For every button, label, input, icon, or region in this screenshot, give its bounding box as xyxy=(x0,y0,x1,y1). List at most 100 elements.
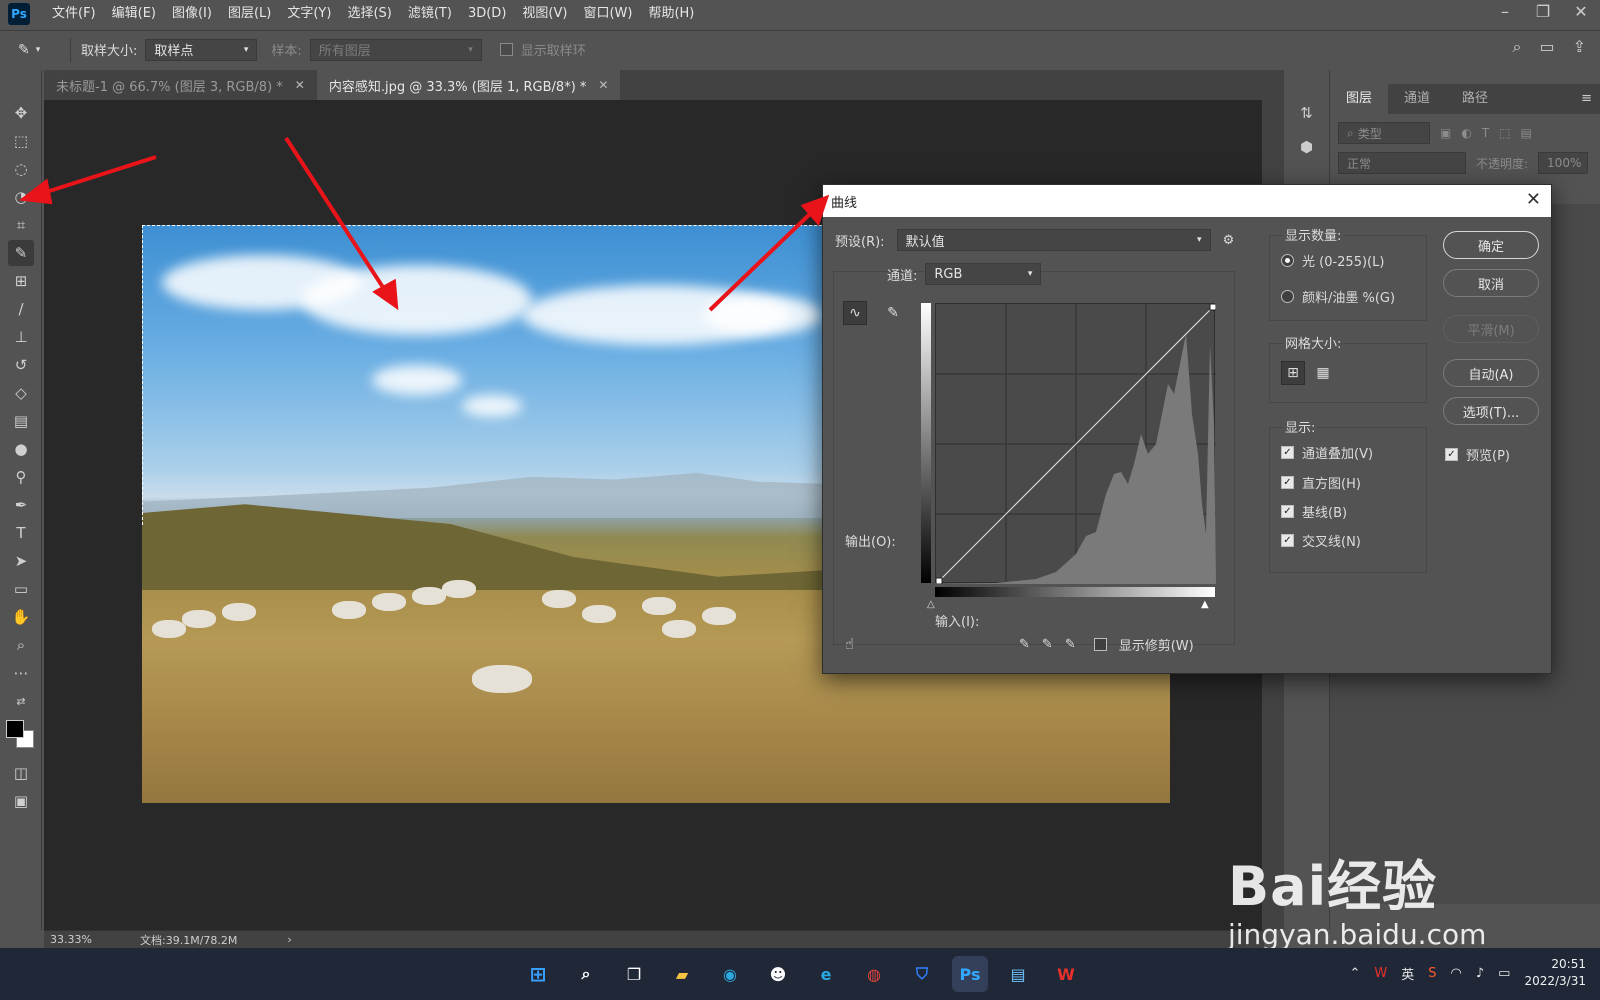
clock[interactable]: 20:51 2022/3/31 xyxy=(1524,956,1586,990)
pencil-icon[interactable]: ✎ xyxy=(881,301,905,325)
chrome-icon[interactable]: ◍ xyxy=(856,956,892,992)
ime-indicator[interactable]: 英 xyxy=(1401,964,1414,983)
gradient-tool-icon[interactable]: ▤ xyxy=(8,408,34,434)
volume-icon[interactable]: ♪ xyxy=(1476,966,1484,981)
panel-menu-icon[interactable]: ≡ xyxy=(1573,84,1600,114)
black-point-handle[interactable] xyxy=(935,577,943,585)
foreground-color-swatch[interactable] xyxy=(6,720,24,738)
zoom-level[interactable]: 33.33% xyxy=(44,933,100,946)
marquee-tool-icon[interactable]: ⬚ xyxy=(8,128,34,154)
quick-selection-tool-icon[interactable]: ◔ xyxy=(8,184,34,210)
check-icon[interactable]: ✓ xyxy=(1281,505,1294,518)
shape-filter-icon[interactable]: ⬚ xyxy=(1499,126,1510,140)
type-filter-icon[interactable]: T xyxy=(1482,126,1489,140)
pigment-option[interactable]: 颜料/油墨 %(G) xyxy=(1281,287,1395,306)
tab-untitled-1[interactable]: 未标题-1 @ 66.7% (图层 3, RGB/8) * ✕ xyxy=(44,70,317,100)
history-panel-icon[interactable]: ⇅ xyxy=(1294,100,1320,126)
menu-image[interactable]: 图像(I) xyxy=(164,0,220,28)
menu-filter[interactable]: 滤镜(T) xyxy=(400,0,460,28)
share-icon[interactable]: ⇪ xyxy=(1573,37,1586,57)
smooth-button[interactable]: 平滑(M) xyxy=(1443,315,1539,343)
dialog-title-bar[interactable]: 曲线 ✕ xyxy=(823,185,1551,217)
tab-content-aware[interactable]: 内容感知.jpg @ 33.3% (图层 1, RGB/8*) * ✕ xyxy=(316,70,621,100)
preview-option[interactable]: ✓ 预览(P) xyxy=(1445,445,1510,464)
color-swatches[interactable] xyxy=(6,720,40,754)
close-icon[interactable]: ✕ xyxy=(1562,0,1600,28)
light-option[interactable]: 光 (0-255)(L) xyxy=(1281,251,1384,270)
show-ring-checkbox[interactable] xyxy=(499,43,513,56)
workspace-icon[interactable]: ▭ xyxy=(1539,37,1554,57)
white-point-handle[interactable] xyxy=(1209,303,1217,311)
menu-edit[interactable]: 编辑(E) xyxy=(104,0,164,28)
targeted-adjustment-icon[interactable]: ☝ xyxy=(845,635,854,653)
smart-object-filter-icon[interactable]: ▤ xyxy=(1521,126,1532,140)
show-clipping-checkbox[interactable] xyxy=(1093,638,1107,651)
healing-brush-tool-icon[interactable]: ⊞ xyxy=(8,268,34,294)
simple-grid-icon[interactable]: ⊞ xyxy=(1281,361,1305,385)
menu-type[interactable]: 文字(Y) xyxy=(279,0,339,28)
cancel-button[interactable]: 取消 xyxy=(1443,269,1539,297)
show-option[interactable]: ✓ 直方图(H) xyxy=(1281,473,1361,492)
auto-button[interactable]: 自动(A) xyxy=(1443,359,1539,387)
sample-size-select[interactable]: 取样点 ▾ xyxy=(145,38,258,61)
image-filter-icon[interactable]: ▣ xyxy=(1440,126,1451,140)
chevron-up-icon[interactable]: ⌃ xyxy=(1349,966,1360,981)
dodge-tool-icon[interactable]: ⚲ xyxy=(8,464,34,490)
search-icon[interactable]: ⌕ xyxy=(568,956,604,992)
show-option[interactable]: ✓ 通道叠加(V) xyxy=(1281,443,1373,462)
menu-file[interactable]: 文件(F) xyxy=(44,0,104,28)
menu-select[interactable]: 选择(S) xyxy=(339,0,399,28)
swap-colors-icon[interactable]: ⇄ xyxy=(8,688,34,714)
chevron-right-icon[interactable]: › xyxy=(287,933,291,946)
search-icon[interactable]: ⌕ xyxy=(1513,37,1522,57)
quick-mask-icon[interactable]: ◫ xyxy=(8,760,34,786)
options-button[interactable]: 选项(T)... xyxy=(1443,397,1539,425)
move-tool-icon[interactable]: ✥ xyxy=(8,100,34,126)
wps-tray-icon[interactable]: W xyxy=(1374,966,1387,981)
check-icon[interactable]: ✓ xyxy=(1281,476,1294,489)
adjustment-filter-icon[interactable]: ◐ xyxy=(1461,126,1471,140)
preset-select[interactable]: 默认值 ▾ xyxy=(896,229,1211,251)
zoom-tool-icon[interactable]: ⌕ xyxy=(8,632,34,658)
history-brush-tool-icon[interactable]: ↺ xyxy=(8,352,34,378)
eraser-tool-icon[interactable]: ◇ xyxy=(8,380,34,406)
screen-mode-icon[interactable]: ▣ xyxy=(8,788,34,814)
crop-tool-icon[interactable]: ⌗ xyxy=(8,212,34,238)
brush-tool-icon[interactable]: ∕ xyxy=(8,296,34,322)
wps-icon[interactable]: W xyxy=(1048,956,1084,992)
sample-select[interactable]: 所有图层 ▾ xyxy=(309,38,482,61)
restore-icon[interactable]: ❐ xyxy=(1524,0,1562,28)
qq-icon[interactable]: ☻ xyxy=(760,956,796,992)
hand-tool-icon[interactable]: ✋ xyxy=(8,604,34,630)
edge-icon[interactable]: e xyxy=(808,956,844,992)
close-icon[interactable]: ✕ xyxy=(598,78,608,92)
more-tools-icon[interactable]: ⋯ xyxy=(8,660,34,686)
gear-icon[interactable]: ⚙ xyxy=(1223,233,1235,248)
browser-icon[interactable]: ◉ xyxy=(712,956,748,992)
3d-panel-icon[interactable]: ⬢ xyxy=(1294,134,1320,160)
check-icon[interactable]: ✓ xyxy=(1445,448,1458,461)
channel-select[interactable]: RGB ▾ xyxy=(925,263,1042,285)
photoshop-taskbar-icon[interactable]: Ps xyxy=(952,956,988,992)
close-icon[interactable]: ✕ xyxy=(1526,189,1541,210)
menu-window[interactable]: 窗口(W) xyxy=(575,0,640,28)
close-icon[interactable]: ✕ xyxy=(295,78,305,92)
black-slider-icon[interactable]: △ xyxy=(927,599,935,610)
white-eyedropper-icon[interactable]: ✎ xyxy=(1065,637,1076,652)
wifi-icon[interactable]: ◠ xyxy=(1451,966,1462,981)
minimize-icon[interactable]: – xyxy=(1486,0,1524,28)
rectangle-tool-icon[interactable]: ▭ xyxy=(8,576,34,602)
check-icon[interactable]: ✓ xyxy=(1281,446,1294,459)
check-icon[interactable]: ✓ xyxy=(1281,534,1294,547)
security-icon[interactable]: ⛉ xyxy=(904,956,940,992)
layer-filter-select[interactable]: ⌕ 类型 xyxy=(1338,122,1430,144)
detailed-grid-icon[interactable]: ▦ xyxy=(1311,361,1335,385)
pen-tool-icon[interactable]: ✒ xyxy=(8,492,34,518)
clone-stamp-tool-icon[interactable]: ⊥ xyxy=(8,324,34,350)
menu-3d[interactable]: 3D(D) xyxy=(460,0,514,28)
blend-mode-select[interactable]: 正常 xyxy=(1338,152,1466,174)
windows-start-icon[interactable]: ⊞ xyxy=(520,956,556,992)
opacity-input[interactable]: 100% xyxy=(1538,152,1589,174)
menu-view[interactable]: 视图(V) xyxy=(514,0,575,28)
blur-tool-icon[interactable]: ● xyxy=(8,436,34,462)
